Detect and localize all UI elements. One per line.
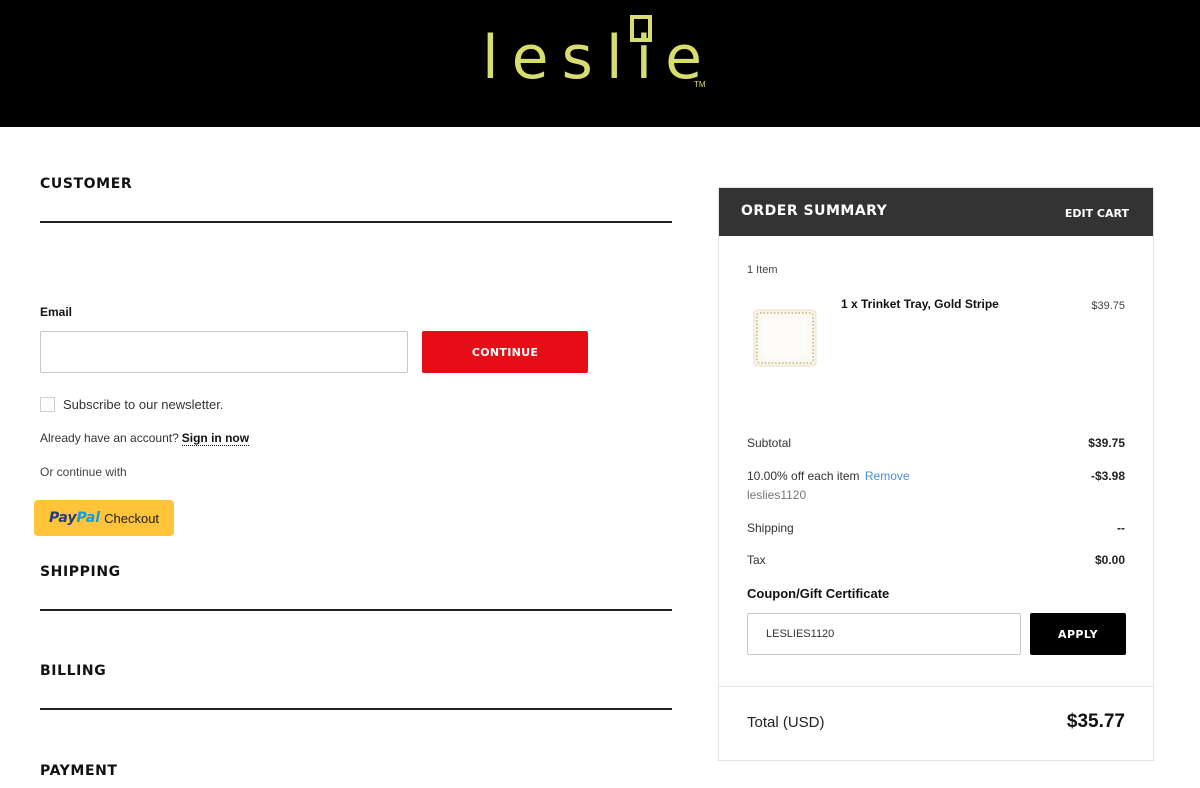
newsletter-label[interactable]: Subscribe to our newsletter. [63,397,223,412]
shipping-label: Shipping [747,521,794,535]
apply-coupon-button[interactable]: APPLY [1030,613,1126,655]
subtotal-value: $39.75 [1088,436,1125,450]
shipping-value: -- [1117,521,1125,535]
total-divider [719,686,1153,687]
section-title-billing[interactable]: BILLING [40,663,106,679]
continue-button[interactable]: CONTINUE [422,331,588,373]
tax-value: $0.00 [1094,553,1125,567]
paypal-logo-pal: Pal [76,510,101,526]
continue-with-label: Or continue with [40,465,127,479]
newsletter-option: Subscribe to our newsletter. [40,397,223,412]
newsletter-checkbox[interactable] [40,397,55,412]
section-divider [40,609,672,611]
section-divider [40,708,672,710]
leslie-logo[interactable]: leslie TM [482,14,712,94]
trademark-mark: TM [694,80,706,89]
total-value: $35.77 [1066,711,1125,732]
section-title-payment[interactable]: PAYMENT [40,763,118,779]
product-price: $39.75 [1091,300,1125,312]
email-field[interactable] [40,331,408,373]
paypal-checkout-label: Checkout [104,510,160,526]
order-summary-panel: ORDER SUMMARY EDIT CART 1 Item 1 x Trink… [718,187,1154,761]
account-prompt: Already have an account? [40,431,179,445]
order-summary-title: ORDER SUMMARY [741,203,888,219]
logo-wordmark: leslie [482,23,716,93]
discount-value: -$3.98 [1090,469,1125,483]
item-count: 1 Item [747,264,778,276]
edit-cart-link[interactable]: EDIT CART [1065,207,1129,220]
order-summary-header: ORDER SUMMARY EDIT CART [719,188,1153,236]
logo-square-icon [630,15,652,42]
sign-in-link[interactable]: Sign in now [181,431,250,446]
account-prompt-line: Already have an account? Sign in now [40,431,250,446]
paypal-checkout-button[interactable]: Pay Pal Checkout [34,500,174,536]
total-label: Total (USD) [747,714,825,731]
tax-label: Tax [747,553,766,567]
remove-discount-link[interactable]: Remove [865,469,910,483]
paypal-logo-pay: Pay [48,510,77,526]
applied-coupon-code: leslies1120 [747,488,807,502]
section-divider [40,221,672,223]
email-label: Email [40,305,73,319]
subtotal-label: Subtotal [747,436,792,450]
product-name[interactable]: 1 x Trinket Tray, Gold Stripe [841,297,999,311]
discount-line: 10.00% off each item Remove [747,469,910,483]
trinket-tray-image [753,309,817,367]
section-title-customer[interactable]: CUSTOMER [40,176,132,192]
site-header: leslie TM [0,0,1200,127]
coupon-input[interactable] [747,613,1021,655]
coupon-label: Coupon/Gift Certificate [747,586,890,601]
discount-label: 10.00% off each item [747,469,860,483]
section-title-shipping[interactable]: SHIPPING [40,564,121,580]
